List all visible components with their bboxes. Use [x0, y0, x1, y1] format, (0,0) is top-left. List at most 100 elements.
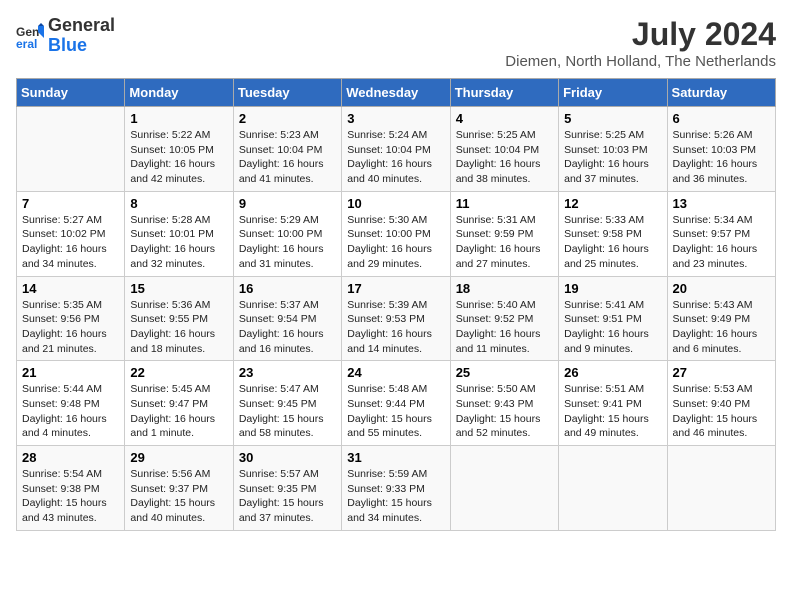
day-info: Sunrise: 5:25 AM Sunset: 10:03 PM Daylig… — [564, 128, 661, 187]
day-number: 2 — [239, 111, 336, 126]
calendar-cell: 29 Sunrise: 5:56 AM Sunset: 9:37 PM Dayli… — [125, 446, 233, 531]
day-info: Sunrise: 5:54 AM Sunset: 9:38 PM Dayligh… — [22, 467, 119, 526]
calendar-cell: 24 Sunrise: 5:48 AM Sunset: 9:44 PM Dayli… — [342, 361, 450, 446]
day-number: 11 — [456, 196, 553, 211]
weekday-header-thursday: Thursday — [450, 79, 558, 107]
calendar-cell: 8 Sunrise: 5:28 AM Sunset: 10:01 PM Dayli… — [125, 191, 233, 276]
calendar-cell: 16 Sunrise: 5:37 AM Sunset: 9:54 PM Dayli… — [233, 276, 341, 361]
calendar-cell: 14 Sunrise: 5:35 AM Sunset: 9:56 PM Dayli… — [17, 276, 125, 361]
day-number: 28 — [22, 450, 119, 465]
calendar-cell: 30Sunrise: 5:57 AM Sunset: 9:35 PM Dayli… — [233, 446, 341, 531]
day-number: 12 — [564, 196, 661, 211]
day-number: 7 — [22, 196, 119, 211]
calendar-cell: 27 Sunrise: 5:53 AM Sunset: 9:40 PM Dayli… — [667, 361, 775, 446]
calendar-cell: 2 Sunrise: 5:23 AM Sunset: 10:04 PM Dayli… — [233, 107, 341, 192]
calendar-cell: 5 Sunrise: 5:25 AM Sunset: 10:03 PM Dayli… — [559, 107, 667, 192]
day-number: 24 — [347, 365, 444, 380]
day-number: 6 — [673, 111, 770, 126]
weekday-header-tuesday: Tuesday — [233, 79, 341, 107]
day-info: Sunrise: 5:39 AM Sunset: 9:53 PM Dayligh… — [347, 298, 444, 357]
header: Gen eral General Blue July 2024 Diemen, … — [16, 16, 776, 70]
calendar-cell: 15 Sunrise: 5:36 AM Sunset: 9:55 PM Dayli… — [125, 276, 233, 361]
calendar-table: SundayMondayTuesdayWednesdayThursdayFrid… — [16, 78, 776, 531]
day-info: Sunrise: 5:23 AM Sunset: 10:04 PM Daylig… — [239, 128, 336, 187]
calendar-cell: 6 Sunrise: 5:26 AM Sunset: 10:03 PM Dayli… — [667, 107, 775, 192]
calendar-cell: 7 Sunrise: 5:27 AM Sunset: 10:02 PM Dayli… — [17, 191, 125, 276]
day-info: Sunrise: 5:44 AM Sunset: 9:48 PM Dayligh… — [22, 382, 119, 441]
week-row-1: 1 Sunrise: 5:22 AM Sunset: 10:05 PM Dayli… — [17, 107, 776, 192]
day-number: 18 — [456, 281, 553, 296]
day-number: 3 — [347, 111, 444, 126]
calendar-cell — [450, 446, 558, 531]
day-info: Sunrise: 5:31 AM Sunset: 9:59 PM Dayligh… — [456, 213, 553, 272]
svg-text:eral: eral — [16, 37, 37, 50]
day-info: Sunrise: 5:40 AM Sunset: 9:52 PM Dayligh… — [456, 298, 553, 357]
calendar-cell — [559, 446, 667, 531]
day-number: 9 — [239, 196, 336, 211]
calendar-cell: 13Sunrise: 5:34 AM Sunset: 9:57 PM Dayli… — [667, 191, 775, 276]
calendar-cell — [17, 107, 125, 192]
calendar-cell: 11 Sunrise: 5:31 AM Sunset: 9:59 PM Dayli… — [450, 191, 558, 276]
calendar-cell — [667, 446, 775, 531]
day-info: Sunrise: 5:56 AM Sunset: 9:37 PM Dayligh… — [130, 467, 227, 526]
day-info: Sunrise: 5:37 AM Sunset: 9:54 PM Dayligh… — [239, 298, 336, 357]
day-number: 5 — [564, 111, 661, 126]
day-number: 26 — [564, 365, 661, 380]
day-info: Sunrise: 5:22 AM Sunset: 10:05 PM Daylig… — [130, 128, 227, 187]
calendar-cell: 9 Sunrise: 5:29 AM Sunset: 10:00 PM Dayli… — [233, 191, 341, 276]
day-number: 14 — [22, 281, 119, 296]
day-info: Sunrise: 5:35 AM Sunset: 9:56 PM Dayligh… — [22, 298, 119, 357]
day-number: 27 — [673, 365, 770, 380]
calendar-cell: 10Sunrise: 5:30 AM Sunset: 10:00 PM Dayl… — [342, 191, 450, 276]
day-info: Sunrise: 5:41 AM Sunset: 9:51 PM Dayligh… — [564, 298, 661, 357]
day-number: 25 — [456, 365, 553, 380]
weekday-header-sunday: Sunday — [17, 79, 125, 107]
calendar-cell: 25 Sunrise: 5:50 AM Sunset: 9:43 PM Dayli… — [450, 361, 558, 446]
day-number: 15 — [130, 281, 227, 296]
day-info: Sunrise: 5:25 AM Sunset: 10:04 PM Daylig… — [456, 128, 553, 187]
day-info: Sunrise: 5:27 AM Sunset: 10:02 PM Daylig… — [22, 213, 119, 272]
calendar-cell: 28 Sunrise: 5:54 AM Sunset: 9:38 PM Dayli… — [17, 446, 125, 531]
calendar-cell: 12Sunrise: 5:33 AM Sunset: 9:58 PM Dayli… — [559, 191, 667, 276]
day-info: Sunrise: 5:53 AM Sunset: 9:40 PM Dayligh… — [673, 382, 770, 441]
day-info: Sunrise: 5:48 AM Sunset: 9:44 PM Dayligh… — [347, 382, 444, 441]
day-info: Sunrise: 5:30 AM Sunset: 10:00 PM Daylig… — [347, 213, 444, 272]
logo-text: General Blue — [48, 16, 115, 56]
day-number: 22 — [130, 365, 227, 380]
day-info: Sunrise: 5:26 AM Sunset: 10:03 PM Daylig… — [673, 128, 770, 187]
calendar-cell: 3 Sunrise: 5:24 AM Sunset: 10:04 PM Dayli… — [342, 107, 450, 192]
day-number: 13 — [673, 196, 770, 211]
week-row-2: 7 Sunrise: 5:27 AM Sunset: 10:02 PM Dayli… — [17, 191, 776, 276]
day-info: Sunrise: 5:29 AM Sunset: 10:00 PM Daylig… — [239, 213, 336, 272]
day-number: 20 — [673, 281, 770, 296]
day-info: Sunrise: 5:28 AM Sunset: 10:01 PM Daylig… — [130, 213, 227, 272]
day-number: 29 — [130, 450, 227, 465]
calendar-cell: 21Sunrise: 5:44 AM Sunset: 9:48 PM Dayli… — [17, 361, 125, 446]
day-number: 4 — [456, 111, 553, 126]
week-row-5: 28 Sunrise: 5:54 AM Sunset: 9:38 PM Dayli… — [17, 446, 776, 531]
weekday-header-wednesday: Wednesday — [342, 79, 450, 107]
day-info: Sunrise: 5:36 AM Sunset: 9:55 PM Dayligh… — [130, 298, 227, 357]
weekday-header-friday: Friday — [559, 79, 667, 107]
calendar-cell: 23Sunrise: 5:47 AM Sunset: 9:45 PM Dayli… — [233, 361, 341, 446]
day-number: 1 — [130, 111, 227, 126]
logo: Gen eral General Blue — [16, 16, 115, 56]
week-row-3: 14 Sunrise: 5:35 AM Sunset: 9:56 PM Dayli… — [17, 276, 776, 361]
day-number: 23 — [239, 365, 336, 380]
day-info: Sunrise: 5:50 AM Sunset: 9:43 PM Dayligh… — [456, 382, 553, 441]
day-number: 19 — [564, 281, 661, 296]
calendar-cell: 26 Sunrise: 5:51 AM Sunset: 9:41 PM Dayli… — [559, 361, 667, 446]
calendar-cell: 20Sunrise: 5:43 AM Sunset: 9:49 PM Dayli… — [667, 276, 775, 361]
calendar-cell: 22 Sunrise: 5:45 AM Sunset: 9:47 PM Dayli… — [125, 361, 233, 446]
day-info: Sunrise: 5:24 AM Sunset: 10:04 PM Daylig… — [347, 128, 444, 187]
week-row-4: 21Sunrise: 5:44 AM Sunset: 9:48 PM Dayli… — [17, 361, 776, 446]
weekday-header-row: SundayMondayTuesdayWednesdayThursdayFrid… — [17, 79, 776, 107]
day-info: Sunrise: 5:51 AM Sunset: 9:41 PM Dayligh… — [564, 382, 661, 441]
logo-blue-text: Blue — [48, 35, 87, 55]
calendar-cell: 31Sunrise: 5:59 AM Sunset: 9:33 PM Dayli… — [342, 446, 450, 531]
logo-icon: Gen eral — [16, 22, 44, 50]
day-number: 16 — [239, 281, 336, 296]
day-info: Sunrise: 5:59 AM Sunset: 9:33 PM Dayligh… — [347, 467, 444, 526]
day-info: Sunrise: 5:45 AM Sunset: 9:47 PM Dayligh… — [130, 382, 227, 441]
day-number: 8 — [130, 196, 227, 211]
